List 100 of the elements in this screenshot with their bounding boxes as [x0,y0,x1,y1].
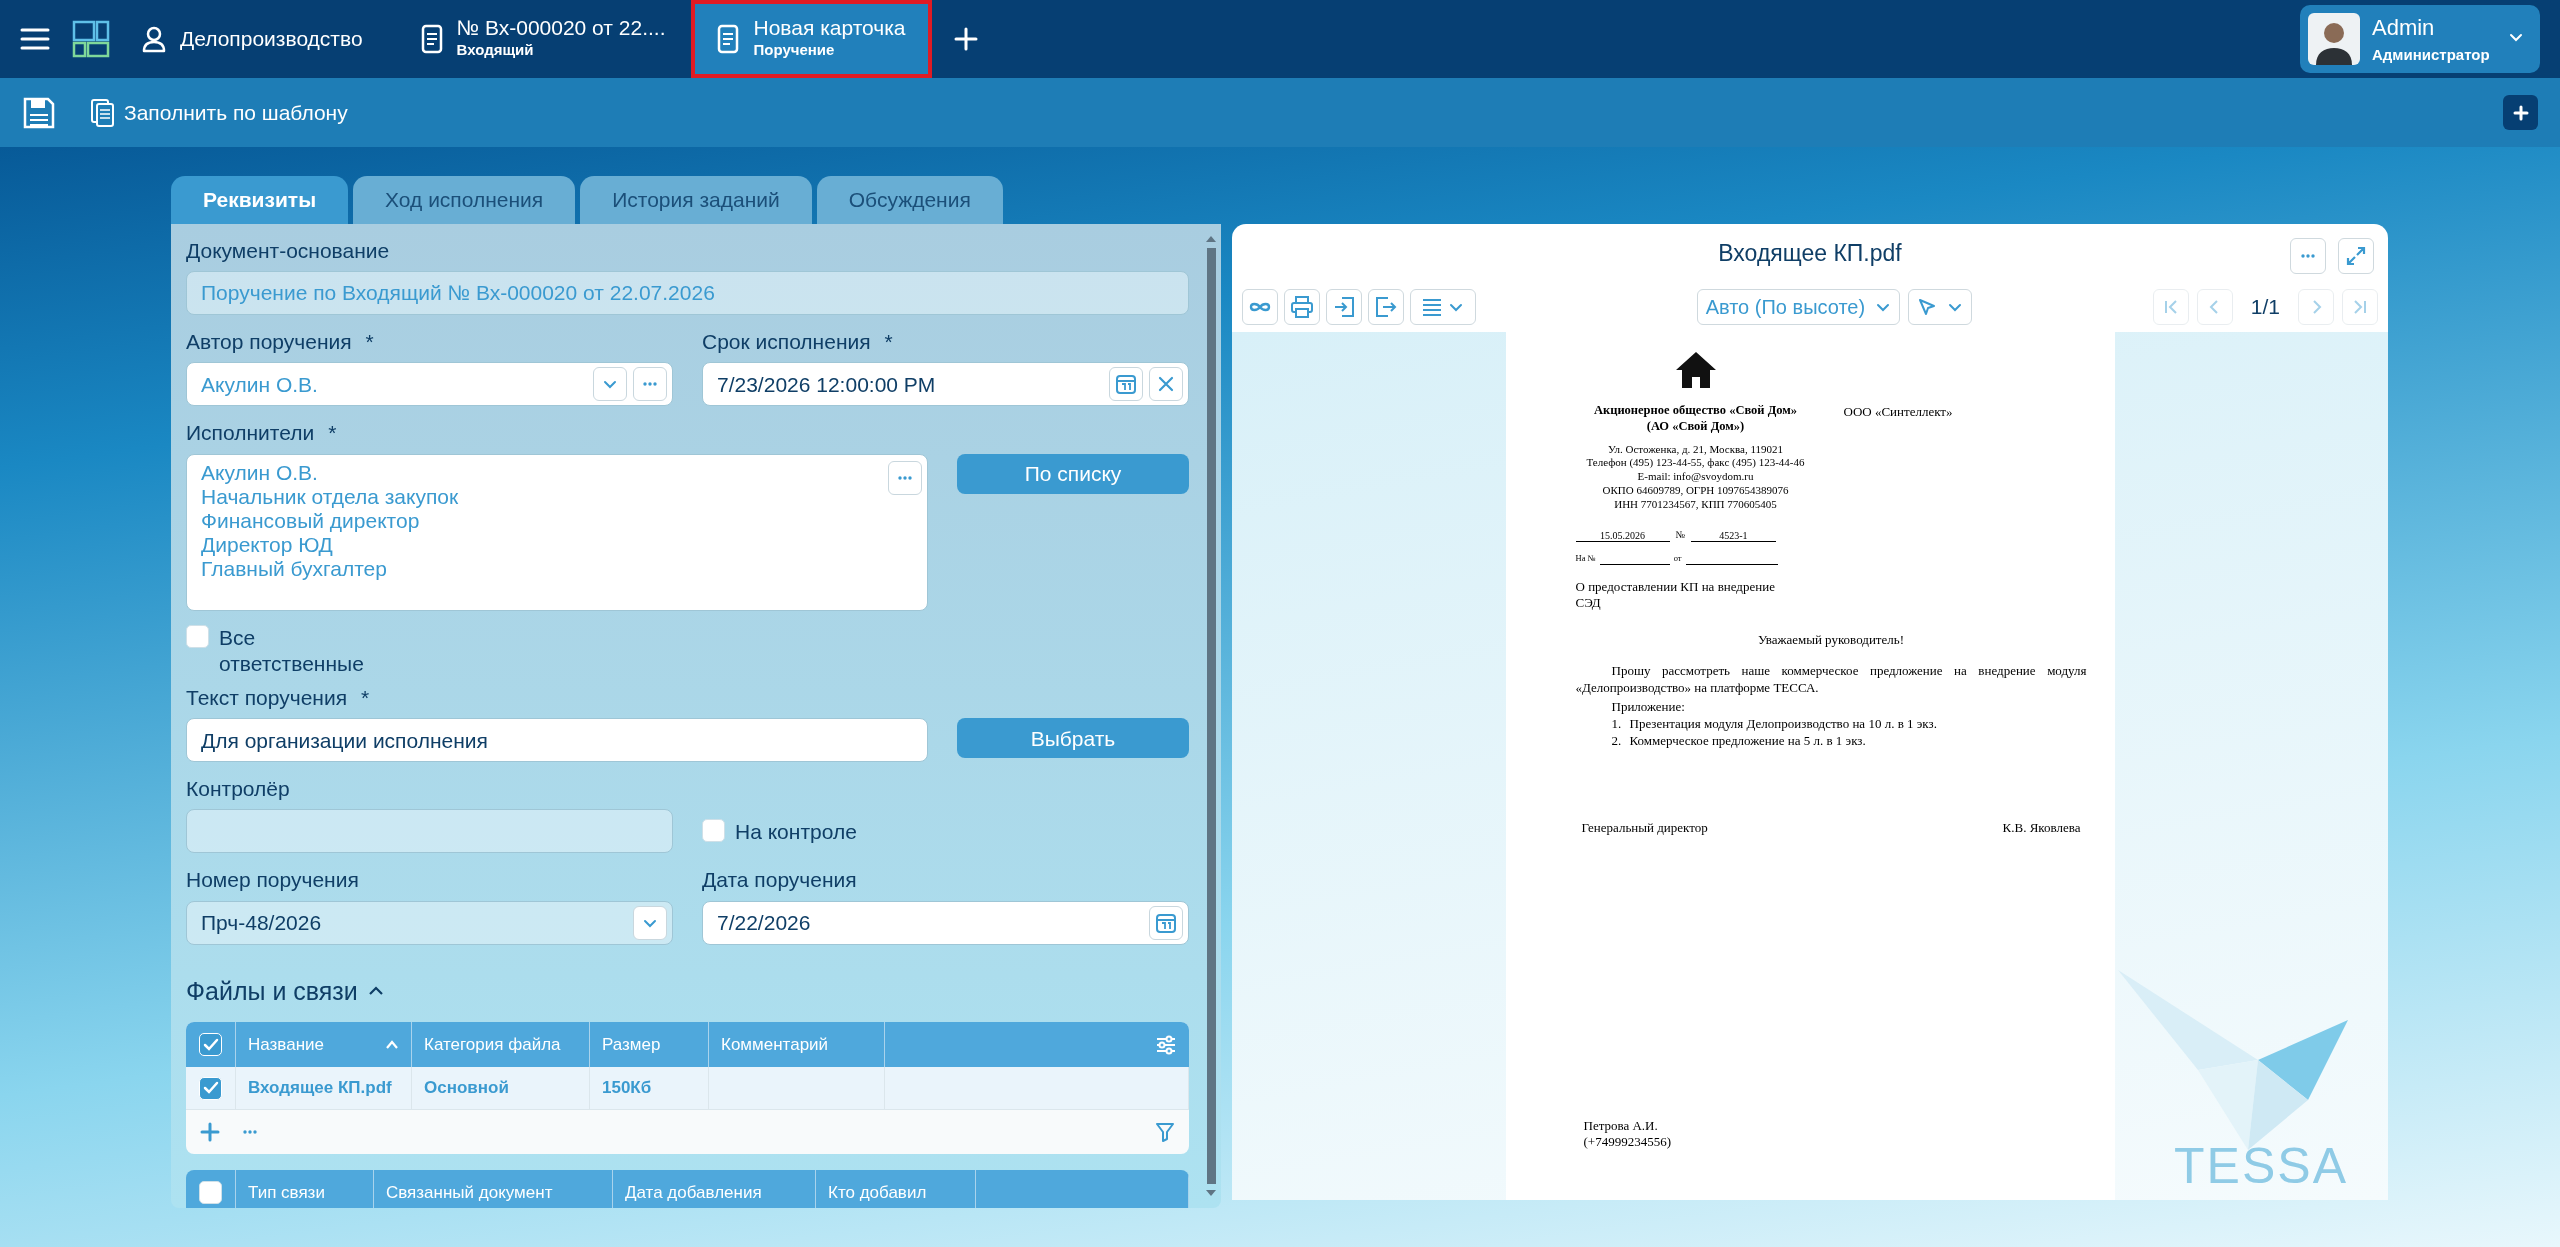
lines-icon [1422,298,1442,316]
form-tab[interactable]: Реквизиты [171,176,349,224]
check-icon [202,1037,219,1052]
card-tab[interactable]: № Вх-000020 от 22.... Входящий [394,0,692,78]
link-button[interactable] [1242,289,1278,325]
more-icon [897,474,913,481]
first-page-icon [2162,299,2179,315]
column-header[interactable]: Дата добавления [625,1179,762,1206]
more-icon[interactable] [242,1129,258,1136]
zoom-select[interactable]: Авто (По высоте) [1696,289,1901,325]
clear-button[interactable] [1149,367,1183,402]
input-field[interactable]: Поручение по Входящий № Вх-000020 от 22.07.2026 [186,271,1189,316]
attachment-item: Презентация модуля Делопроизводство на 10 л. в 1 экз. [1629,716,1937,734]
performer-item[interactable]: Начальник отдела закупок [201,484,882,509]
print-icon [1290,295,1314,319]
column-header[interactable]: Категория файла [424,1031,561,1058]
checkbox-label: Все ответственные [219,624,365,677]
performer-item[interactable]: Акулин О.В. [201,460,882,485]
print-button[interactable] [1284,289,1320,325]
export-button[interactable] [1368,289,1404,325]
more-button[interactable] [888,460,922,495]
dropdown-button[interactable] [593,367,627,402]
more-button[interactable] [2290,238,2326,274]
required-mark: * [365,329,374,355]
first-page-button[interactable] [2152,289,2189,325]
column-header[interactable]: Размер [602,1031,661,1058]
address-line: Телефон (495) 123-44-55, факс (495) 123-44-46 [1585,456,1806,470]
recipient-name: ООО «Синтеллект» [1843,403,1953,421]
expand-button[interactable] [2338,238,2374,274]
last-page-button[interactable] [2342,289,2378,325]
subject-line: СЭД [1575,595,1602,612]
user-menu[interactable]: Admin Администратор [2300,5,2540,73]
input-field[interactable] [186,809,673,854]
document-title: Входящее КП.pdf [1718,238,1902,268]
check-icon [202,1081,219,1096]
document-text: На № [1575,552,1596,565]
column-header[interactable]: Тип связи [248,1179,325,1206]
user-icon [142,25,166,53]
column-header[interactable]: Кто добавил [828,1179,927,1206]
required-mark: * [884,329,893,355]
pointer-icon [1917,297,1938,317]
performer-item[interactable]: Главный бухгалтер [201,557,882,582]
field-label: Текст поручения [186,685,348,711]
performer-item[interactable]: Директор ЮД [201,533,882,558]
checkbox[interactable] [186,624,209,648]
chevron-up-icon[interactable] [367,986,384,997]
form-tab[interactable]: Обсуждения [816,176,1003,224]
close-icon [1157,375,1175,394]
filter-icon[interactable] [1155,1122,1175,1143]
select-button[interactable]: Выбрать [957,718,1189,759]
documents-icon [90,97,116,128]
performer-item[interactable]: Финансовый директор [201,508,882,533]
signer-title: Генеральный директор [1581,819,1708,838]
input-field[interactable]: Прч-48/2026 [186,900,673,945]
attachment-item: Коммерческое предложение на 5 л. в 1 экз. [1629,733,1866,751]
document-text: 15.05.2026 [1575,530,1670,543]
input-field[interactable]: Акулин О.В. [186,362,673,407]
greeting: Уважаемый руководитель! [1756,630,1906,649]
calendar-button[interactable] [1109,367,1143,402]
column-header[interactable]: Название [248,1031,324,1058]
checkbox[interactable] [702,818,725,842]
field-label: Номер поручения [186,867,359,893]
brand-logo-text: TESSA [2174,1137,2348,1196]
more-button[interactable] [633,367,667,402]
apps-icon[interactable] [72,20,110,58]
table-cell-text: 150Кб [602,1077,652,1100]
checkbox[interactable] [199,1181,222,1205]
calendar-button[interactable] [1149,905,1183,940]
file-link[interactable]: Входящее КП.pdf [248,1075,392,1101]
input-field[interactable]: Для организации исполнения [186,718,928,763]
section-title: Файлы и связи [186,975,358,1007]
address-line: E-mail: info@svoydom.ru [1636,470,1755,484]
import-icon [1333,296,1355,318]
column-header[interactable]: Комментарий [721,1031,829,1058]
save-icon[interactable] [22,95,56,130]
settings-icon[interactable] [1155,1033,1177,1056]
module-link[interactable]: Делопроизводство [132,0,373,78]
input-field[interactable]: 7/22/2026 [702,900,1189,945]
template-button[interactable]: Заполнить по шаблону [90,96,348,129]
menu-icon[interactable] [20,27,50,51]
document-text: от [1673,552,1682,565]
layout-menu-button[interactable] [1410,289,1476,325]
dropdown-button[interactable] [633,905,667,940]
input-field[interactable]: 7/23/2026 12:00:00 PM [702,362,1189,407]
form-tab[interactable]: История заданий [580,176,812,224]
address-line: ИНН 7701234567, КПП 770605405 [1613,497,1778,512]
add-icon[interactable] [200,1122,220,1143]
add-tab-icon[interactable] [953,27,978,51]
import-button[interactable] [1326,289,1362,325]
column-header[interactable]: Связанный документ [386,1179,553,1206]
more-icon [642,381,658,388]
form-tab[interactable]: Ход исполнения [353,176,576,224]
add-button[interactable] [2503,95,2538,130]
avatar-icon [2308,13,2360,65]
company-name: Акционерное общество «Свой Дом» [1592,402,1799,419]
performers-list[interactable]: Акулин О.В. Начальник отдела закупок Финансовый директор Директор ЮД Главный бухгалтер [186,453,928,611]
list-button[interactable]: По списку [957,453,1189,494]
field-label: Контролёр [186,776,290,802]
card-tab[interactable]: Новая карточка Поручение [691,0,932,78]
pointer-select[interactable] [1908,289,1973,325]
